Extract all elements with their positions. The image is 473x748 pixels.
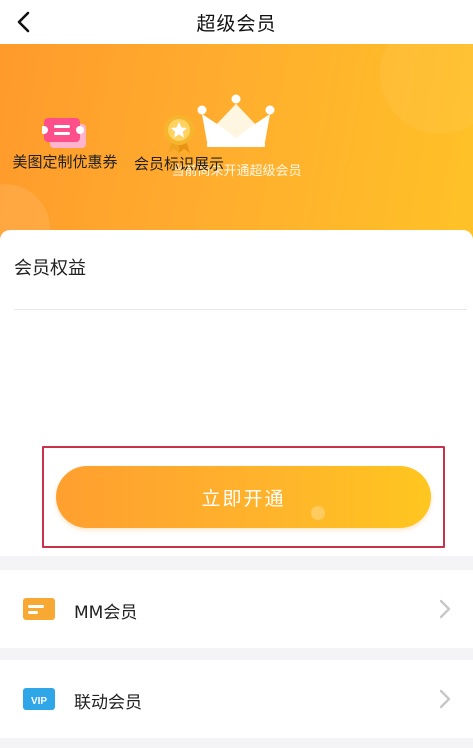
decor-bubble xyxy=(380,44,473,134)
back-button[interactable] xyxy=(4,2,44,42)
decor-gloss xyxy=(311,506,325,520)
divider xyxy=(14,309,467,310)
star-medal-icon xyxy=(164,115,194,153)
activate-now-button[interactable]: 立即开通 xyxy=(56,466,431,528)
benefit-item-badge[interactable]: 会员标识展示 xyxy=(122,114,236,175)
activate-now-label: 立即开通 xyxy=(201,487,286,510)
membership-row-label: MM会员 xyxy=(74,603,138,623)
card-icon xyxy=(23,598,55,620)
benefit-label: 美图定制优惠券 xyxy=(12,153,118,171)
benefit-item-coupon[interactable]: 美图定制优惠券 xyxy=(6,116,124,173)
page-title: 超级会员 xyxy=(196,12,277,35)
membership-row-mm[interactable]: MM会员 xyxy=(0,570,473,648)
nav-bar: 超级会员 xyxy=(0,0,473,44)
chevron-right-icon xyxy=(439,599,451,619)
vip-card-text: VIP xyxy=(31,696,47,707)
chevron-left-icon xyxy=(17,11,30,33)
benefit-label: 会员标识展示 xyxy=(133,155,224,173)
membership-row-label: 联动会员 xyxy=(74,693,142,713)
chevron-right-icon xyxy=(439,689,451,709)
vip-card-icon: VIP xyxy=(23,688,55,710)
benefits-title: 会员权益 xyxy=(14,258,86,279)
membership-row-union[interactable]: VIP 联动会员 xyxy=(0,660,473,738)
coupon-ticket-icon xyxy=(42,118,86,148)
